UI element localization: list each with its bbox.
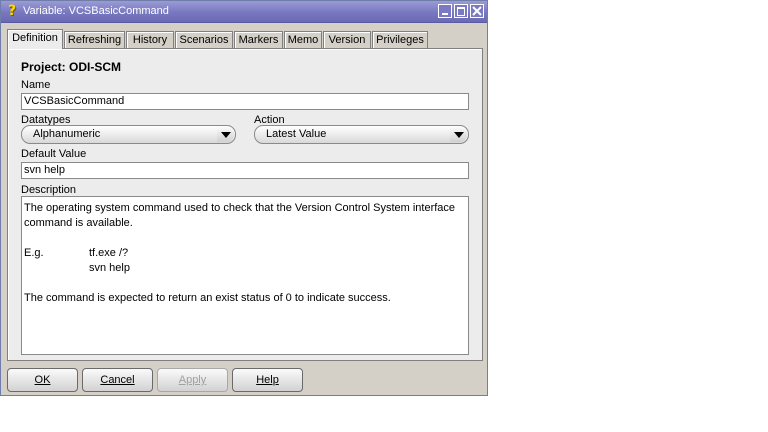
tab-scenarios[interactable]: Scenarios [175, 31, 233, 48]
description-line: command is available. [24, 217, 133, 229]
example-label: E.g. [24, 247, 44, 259]
description-line: E.g. tf.exe /? [24, 246, 466, 261]
example-command: svn help [89, 262, 130, 274]
default-value-label: Default Value [21, 148, 87, 160]
name-label: Name [21, 79, 51, 91]
close-icon[interactable] [470, 4, 484, 18]
datatypes-value: Alphanumeric [33, 128, 101, 140]
example-command: tf.exe /? [89, 247, 129, 259]
minimize-icon[interactable] [438, 4, 452, 18]
tab-refreshing[interactable]: Refreshing [64, 31, 125, 48]
description-line: svn help [24, 261, 466, 276]
description-line: The command is expected to return an exi… [24, 292, 391, 304]
ok-button[interactable]: OK [7, 368, 78, 392]
help-button[interactable]: Help [232, 368, 303, 392]
datatypes-select[interactable]: Alphanumeric [21, 125, 236, 144]
chevron-down-icon[interactable] [450, 127, 467, 142]
tab-history[interactable]: History [126, 31, 174, 48]
tab-definition[interactable]: Definition [7, 29, 63, 49]
tab-memo[interactable]: Memo [284, 31, 322, 48]
cancel-button[interactable]: Cancel [82, 368, 153, 392]
definition-panel: Project: ODI-SCM Name VCSBasicCommand Da… [7, 48, 483, 361]
description-line [24, 231, 466, 246]
action-select[interactable]: Latest Value [254, 125, 469, 144]
name-field[interactable]: VCSBasicCommand [21, 93, 469, 110]
description-textarea[interactable]: The operating system command used to che… [21, 196, 469, 355]
project-heading: Project: ODI-SCM [21, 60, 122, 74]
description-line: The operating system command used to che… [24, 202, 456, 214]
tab-privileges[interactable]: Privileges [372, 31, 428, 48]
variable-icon: ? [7, 3, 17, 19]
description-label: Description [21, 184, 77, 196]
tab-version[interactable]: Version [323, 31, 371, 48]
maximize-icon[interactable] [454, 4, 468, 18]
window-title: Variable: VCSBasicCommand [23, 5, 169, 17]
chevron-down-icon[interactable] [217, 127, 234, 142]
default-value-field[interactable]: svn help [21, 162, 469, 179]
tab-markers[interactable]: Markers [234, 31, 283, 48]
variable-window: ? Variable: VCSBasicCommand Definition R… [0, 0, 488, 396]
description-line [24, 276, 466, 291]
action-value: Latest Value [266, 128, 327, 140]
apply-button[interactable]: Apply [157, 368, 228, 392]
title-bar[interactable]: ? Variable: VCSBasicCommand [1, 1, 487, 23]
